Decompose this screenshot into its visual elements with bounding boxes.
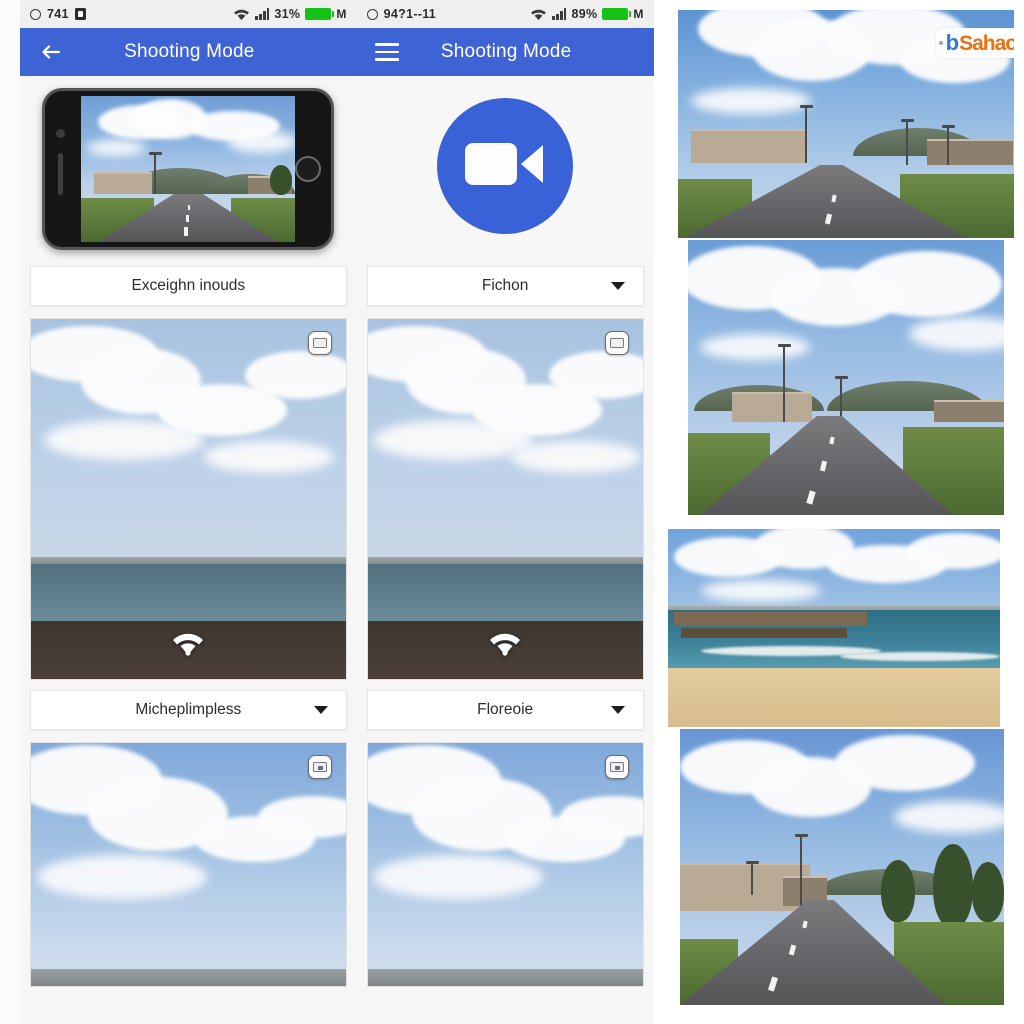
- battery-icon: [305, 8, 335, 20]
- photo-badge-icon[interactable]: [307, 331, 332, 355]
- watermark-rest-text: Sahac: [959, 31, 1014, 55]
- app-bar-title-b: Shooting Mode: [440, 41, 572, 62]
- gallery-photo-4[interactable]: [679, 729, 1004, 1005]
- photo-gallery-column: b Sahac: [653, 0, 1024, 1024]
- phone-speaker: [58, 153, 64, 195]
- location-icon: [366, 8, 378, 20]
- label-text-b-2: Floreoie: [477, 701, 534, 718]
- label-row-b-2[interactable]: Floreoie: [366, 690, 644, 730]
- label-text-b-1: Fichon: [481, 277, 529, 294]
- chevron-down-icon[interactable]: [610, 706, 625, 714]
- wifi-icon: [233, 8, 250, 21]
- app-bar-title-a: Shooting Mode: [124, 41, 255, 62]
- signal-bars-icon: [552, 8, 567, 20]
- photo-card-b-2[interactable]: [366, 742, 644, 987]
- alarm-icon: [74, 8, 86, 20]
- signal-bars-icon: [255, 8, 270, 20]
- phone-panel-a: 741 31% M Shooting Mode Exceighn inouds …: [20, 0, 357, 1024]
- wifi-icon: [173, 633, 204, 657]
- watermark-b-text: b: [945, 30, 960, 55]
- battery-percent-b: 89%: [571, 7, 598, 21]
- hamburger-menu-icon[interactable]: [374, 39, 401, 65]
- photo-card-b-1[interactable]: [366, 318, 644, 680]
- screenshot-collage: 741 31% M Shooting Mode Exceighn inouds …: [0, 0, 1024, 1024]
- phone-screen-photo: [81, 96, 296, 242]
- battery-percent-a: 31%: [274, 7, 301, 21]
- status-time-b: 94?1--11: [383, 7, 437, 21]
- wifi-icon: [490, 633, 521, 657]
- label-row-a-1[interactable]: Exceighn inouds: [30, 266, 347, 306]
- photo-badge-icon[interactable]: [604, 331, 629, 355]
- phone-mockup-hero: [20, 76, 357, 256]
- phone-home-button: [295, 156, 322, 182]
- phone-panel-b: 94?1--11 89% M Shooting Mode Fichon Flor…: [356, 0, 654, 1024]
- carrier-letter-b: M: [633, 7, 644, 21]
- location-icon: [30, 8, 41, 20]
- label-text-a-2: Micheplimpless: [135, 701, 242, 718]
- gallery-photo-1[interactable]: b Sahac: [677, 10, 1014, 238]
- back-arrow-icon[interactable]: [38, 39, 64, 65]
- wifi-icon: [530, 8, 547, 21]
- photo-badge-icon[interactable]: [604, 755, 629, 779]
- status-time-a: 741: [47, 7, 69, 21]
- photo-badge-icon[interactable]: [307, 755, 332, 779]
- watermark-dot-icon: [938, 41, 943, 45]
- status-bar-a: 741 31% M: [20, 0, 357, 28]
- gallery-photo-3[interactable]: [667, 529, 1000, 727]
- video-camera-hero: [356, 76, 654, 256]
- app-bar-a: Shooting Mode: [20, 28, 357, 76]
- battery-icon: [602, 8, 632, 20]
- video-camera-icon: [463, 137, 547, 196]
- watermark-badge: b Sahac: [935, 28, 1014, 58]
- video-camera-button[interactable]: [437, 98, 574, 234]
- app-bar-b: Shooting Mode: [356, 28, 654, 76]
- phone-camera-icon: [56, 129, 66, 138]
- photo-card-a-1[interactable]: [30, 318, 347, 680]
- chevron-down-icon[interactable]: [610, 282, 625, 290]
- carrier-letter-a: M: [336, 7, 347, 21]
- gallery-photo-2[interactable]: [687, 240, 1004, 515]
- status-bar-b: 94?1--11 89% M: [356, 0, 654, 28]
- photo-card-a-2[interactable]: [30, 742, 347, 987]
- label-row-b-1[interactable]: Fichon: [366, 266, 644, 306]
- label-row-a-2[interactable]: Micheplimpless: [30, 690, 347, 730]
- label-text-a-1: Exceighn inouds: [131, 277, 246, 294]
- phone-device-frame: [42, 88, 335, 250]
- chevron-down-icon[interactable]: [313, 706, 328, 714]
